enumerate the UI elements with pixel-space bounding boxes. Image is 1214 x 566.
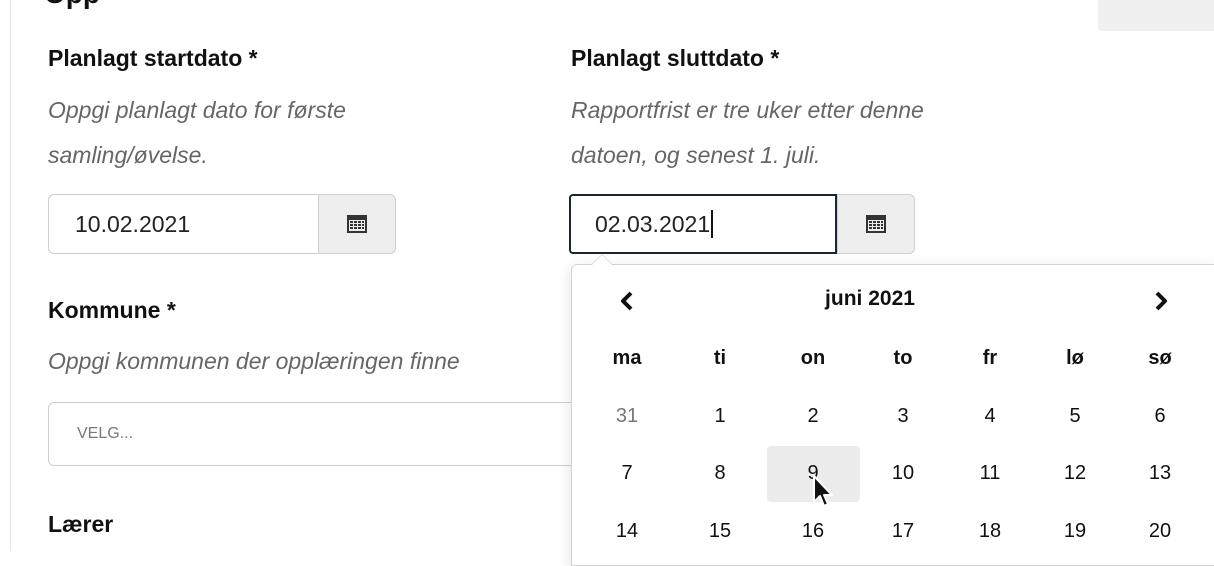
- day-cell[interactable]: 13: [1130, 462, 1190, 485]
- teacher-label: Lærer: [48, 511, 114, 537]
- start-date-input[interactable]: 10.02.2021: [48, 194, 318, 254]
- end-date-value: 02.03.2021: [595, 210, 711, 237]
- form-left-border: [0, 0, 11, 551]
- kommune-select[interactable]: VELG...: [48, 402, 588, 466]
- day-cell[interactable]: 8: [690, 462, 750, 485]
- start-date-help-line2: samling/øvelse.: [48, 142, 208, 168]
- day-cell[interactable]: 16: [783, 520, 843, 543]
- weekday-sø: sø: [1148, 347, 1172, 369]
- chevron-left-icon: [621, 291, 633, 311]
- kommune-label: Kommune *: [48, 297, 176, 323]
- day-cell[interactable]: 6: [1130, 405, 1190, 428]
- day-cell[interactable]: 2: [783, 405, 843, 428]
- day-cell[interactable]: 19: [1045, 520, 1105, 543]
- end-date-group: 02.03.2021: [569, 194, 915, 256]
- day-cell[interactable]: 10: [873, 462, 933, 485]
- datepicker-pointer: [592, 255, 612, 265]
- calendar-icon: [866, 215, 886, 233]
- day-cell[interactable]: 17: [873, 520, 933, 543]
- chevron-right-icon: [1155, 291, 1167, 311]
- top-right-panel: [1098, 0, 1214, 31]
- prev-month-button[interactable]: [607, 284, 647, 318]
- day-cell[interactable]: 12: [1045, 462, 1105, 485]
- start-date-calendar-button[interactable]: [318, 194, 396, 254]
- calendar-icon: [347, 215, 367, 233]
- day-cell[interactable]: 31: [597, 405, 657, 428]
- day-cell[interactable]: 5: [1045, 405, 1105, 428]
- day-cell[interactable]: 1: [690, 405, 750, 428]
- weekday-lø: lø: [1066, 347, 1084, 369]
- start-date-help-line1: Oppgi planlagt dato for første: [48, 97, 346, 123]
- weekday-to: to: [893, 347, 913, 369]
- end-date-input[interactable]: 02.03.2021: [569, 194, 837, 254]
- mouse-pointer-icon: [812, 474, 836, 515]
- day-cell[interactable]: 14: [597, 520, 657, 543]
- kommune-placeholder: VELG...: [77, 425, 134, 442]
- end-date-help-line1: Rapportfrist er tre uker etter denne: [571, 97, 924, 123]
- start-date-group: 10.02.2021: [48, 194, 396, 256]
- end-date-label: Planlagt sluttdato *: [571, 45, 780, 71]
- day-cell[interactable]: 11: [960, 462, 1020, 485]
- day-cell[interactable]: 3: [873, 405, 933, 428]
- datepicker-month-title[interactable]: juni 2021: [745, 287, 995, 311]
- start-date-label: Planlagt startdato *: [48, 45, 258, 71]
- day-cell[interactable]: 20: [1130, 520, 1190, 543]
- day-cell[interactable]: 15: [690, 520, 750, 543]
- end-date-help-line2: datoen, og senest 1. juli.: [571, 142, 821, 168]
- kommune-help: Oppgi kommunen der opplæringen finne: [48, 348, 460, 374]
- end-date-calendar-button[interactable]: [837, 194, 915, 254]
- day-cell[interactable]: 18: [960, 520, 1020, 543]
- text-caret: [711, 210, 714, 238]
- weekday-fr: fr: [982, 347, 998, 369]
- day-cell[interactable]: 4: [960, 405, 1020, 428]
- section-heading-partial: Opp: [44, 0, 100, 10]
- weekday-on: on: [800, 347, 826, 369]
- next-month-button[interactable]: [1141, 284, 1181, 318]
- weekday-ti: ti: [713, 347, 727, 369]
- day-cell[interactable]: 7: [597, 462, 657, 485]
- weekday-ma: ma: [612, 347, 642, 369]
